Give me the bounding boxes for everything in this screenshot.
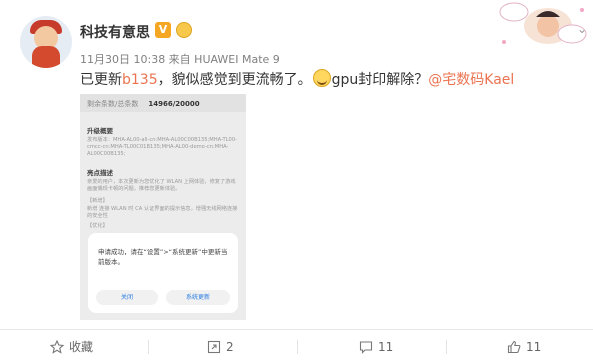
image-count: 剩余条数/总条数 14966/20000 xyxy=(87,99,200,109)
image-section2-body: 亲爱的用户，本次更新为您优化了 WLAN 上网体验，修复了游戏画面偶现卡顿的问题… xyxy=(87,179,236,192)
like-button[interactable]: 11 xyxy=(507,334,541,360)
post-text: 已更新b135，貌似感觉到更流畅了。 gpu封印解除？@宅数码Kael xyxy=(80,69,514,89)
like-count: 11 xyxy=(526,340,542,354)
verified-badge-icon[interactable]: V xyxy=(155,22,171,38)
image-section4-label: 【优化】 xyxy=(87,223,108,229)
image-dialog-update-button: 系统更新 xyxy=(166,290,230,305)
image-section2-title: 亮点描述 xyxy=(87,169,113,177)
medal-icon[interactable] xyxy=(176,22,192,38)
post-meta: 11月30日 10:38 来自 HUAWEI Mate 9 xyxy=(80,53,280,66)
post-text-part1: 已更新 xyxy=(80,72,122,88)
post-text-part2: ，貌似感觉到更流畅了。 xyxy=(157,72,312,88)
grin-emoji-icon xyxy=(312,69,331,87)
author-name[interactable]: 科技有意思 xyxy=(80,22,150,42)
mention-link[interactable]: @宅数码Kael xyxy=(428,72,514,88)
image-dialog-close-button: 关闭 xyxy=(96,290,158,305)
action-separator xyxy=(446,340,447,354)
favorite-button[interactable]: 收藏 xyxy=(49,334,94,360)
version-link[interactable]: b135 xyxy=(122,72,158,88)
favorite-label: 收藏 xyxy=(69,340,94,354)
action-separator xyxy=(148,340,149,354)
avatar-body xyxy=(32,46,60,68)
comment-button[interactable]: 11 xyxy=(359,334,393,360)
repost-button[interactable]: 2 xyxy=(207,334,234,360)
image-section3-body: 新增 连接 WLAN 时 CA 认证界面的提示信息，增强无线网络连接的安全性 xyxy=(87,206,238,219)
post-text-part3: gpu封印解除？ xyxy=(331,72,429,88)
star-icon xyxy=(49,339,65,354)
attached-image[interactable]: 剩余条数/总条数 14966/20000 升级概要 发布版本：MHA-AL00-a… xyxy=(80,94,246,320)
repost-icon xyxy=(207,340,221,354)
image-dialog: 申请成功，请在“设置”>“系统更新”中更新当前版本。 关闭 系统更新 xyxy=(88,233,238,313)
action-bar-divider xyxy=(0,329,593,330)
decoration-sticker: ⌄ xyxy=(486,0,593,58)
image-section3-label: 【新增】 xyxy=(87,198,108,204)
chevron-down-icon[interactable]: ⌄ xyxy=(577,22,587,36)
author-avatar[interactable] xyxy=(20,16,72,68)
image-section1-title: 升级概要 xyxy=(87,127,113,135)
image-count-value: 14966/20000 xyxy=(148,100,200,108)
image-section1-body: 发布版本：MHA-AL00-all-cn:MHA-AL00C00B135;MHA… xyxy=(87,137,238,157)
thumbs-up-icon xyxy=(507,340,521,354)
comment-icon xyxy=(359,341,373,354)
image-dialog-message: 申请成功，请在“设置”>“系统更新”中更新当前版本。 xyxy=(98,248,228,266)
image-count-label: 剩余条数/总条数 xyxy=(87,100,139,108)
action-separator xyxy=(297,340,298,354)
repost-count: 2 xyxy=(226,340,234,354)
comment-count: 11 xyxy=(378,340,394,354)
